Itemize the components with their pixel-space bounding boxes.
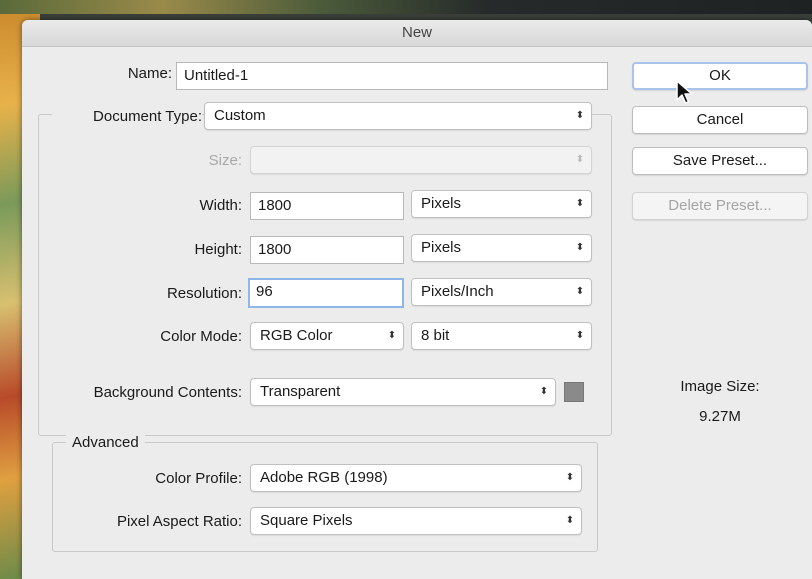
ok-button[interactable]: OK [632, 62, 808, 90]
name-input[interactable]: Untitled-1 [176, 62, 608, 90]
bit-depth-value: 8 bit [421, 327, 450, 344]
image-size-value: 9.27M [699, 408, 741, 425]
save-preset-button[interactable]: Save Preset... [632, 147, 808, 175]
height-unit-value: Pixels [421, 239, 462, 256]
updown-chevron-icon: ⬍ [539, 386, 549, 397]
name-label: Name: [127, 65, 172, 82]
updown-chevron-icon: ⬍ [575, 154, 585, 165]
document-type-label: Document Type: [52, 108, 202, 125]
new-document-dialog: New Name: Untitled-1 Document Type: Cust… [22, 20, 812, 579]
resolution-input[interactable]: 96 [248, 278, 404, 308]
background-contents-select[interactable]: Transparent ⬍ [250, 378, 556, 406]
color-profile-label: Color Profile: [155, 470, 242, 487]
width-input[interactable]: 1800 [250, 192, 404, 220]
delete-preset-button: Delete Preset... [632, 192, 808, 220]
width-label: Width: [199, 197, 242, 214]
updown-chevron-icon: ⬍ [565, 515, 575, 526]
updown-chevron-icon: ⬍ [575, 198, 585, 209]
background-contents-label: Background Contents: [93, 384, 242, 401]
updown-chevron-icon: ⬍ [387, 330, 397, 341]
updown-chevron-icon: ⬍ [575, 110, 585, 121]
background-contents-value: Transparent [260, 383, 341, 400]
pixel-aspect-ratio-label: Pixel Aspect Ratio: [116, 513, 242, 530]
bit-depth-select[interactable]: 8 bit ⬍ [411, 322, 592, 350]
resolution-label: Resolution: [166, 285, 242, 302]
pixel-aspect-ratio-value: Square Pixels [260, 512, 353, 529]
size-select: ⬍ [250, 146, 592, 174]
updown-chevron-icon: ⬍ [575, 330, 585, 341]
height-unit-select[interactable]: Pixels ⬍ [411, 234, 592, 262]
advanced-label: Advanced [66, 434, 145, 451]
background-top [0, 0, 812, 14]
background-color-swatch[interactable] [564, 382, 584, 402]
color-mode-value: RGB Color [260, 327, 333, 344]
color-mode-label: Color Mode: [160, 328, 242, 345]
height-label: Height: [194, 241, 242, 258]
document-type-select[interactable]: Custom ⬍ [204, 102, 592, 130]
width-unit-select[interactable]: Pixels ⬍ [411, 190, 592, 218]
resolution-unit-value: Pixels/Inch [421, 283, 494, 300]
advanced-group [52, 442, 598, 552]
updown-chevron-icon: ⬍ [575, 286, 585, 297]
dialog-title: New [22, 20, 812, 47]
image-size-label: Image Size: [680, 378, 760, 395]
mouse-pointer-icon [676, 80, 693, 104]
color-profile-select[interactable]: Adobe RGB (1998) ⬍ [250, 464, 582, 492]
color-profile-value: Adobe RGB (1998) [260, 469, 388, 486]
width-unit-value: Pixels [421, 195, 462, 212]
resolution-unit-select[interactable]: Pixels/Inch ⬍ [411, 278, 592, 306]
updown-chevron-icon: ⬍ [575, 242, 585, 253]
cancel-button[interactable]: Cancel [632, 106, 808, 134]
document-type-value: Custom [214, 107, 266, 124]
color-mode-select[interactable]: RGB Color ⬍ [250, 322, 404, 350]
pixel-aspect-ratio-select[interactable]: Square Pixels ⬍ [250, 507, 582, 535]
size-label: Size: [208, 152, 242, 169]
height-input[interactable]: 1800 [250, 236, 404, 264]
updown-chevron-icon: ⬍ [565, 472, 575, 483]
